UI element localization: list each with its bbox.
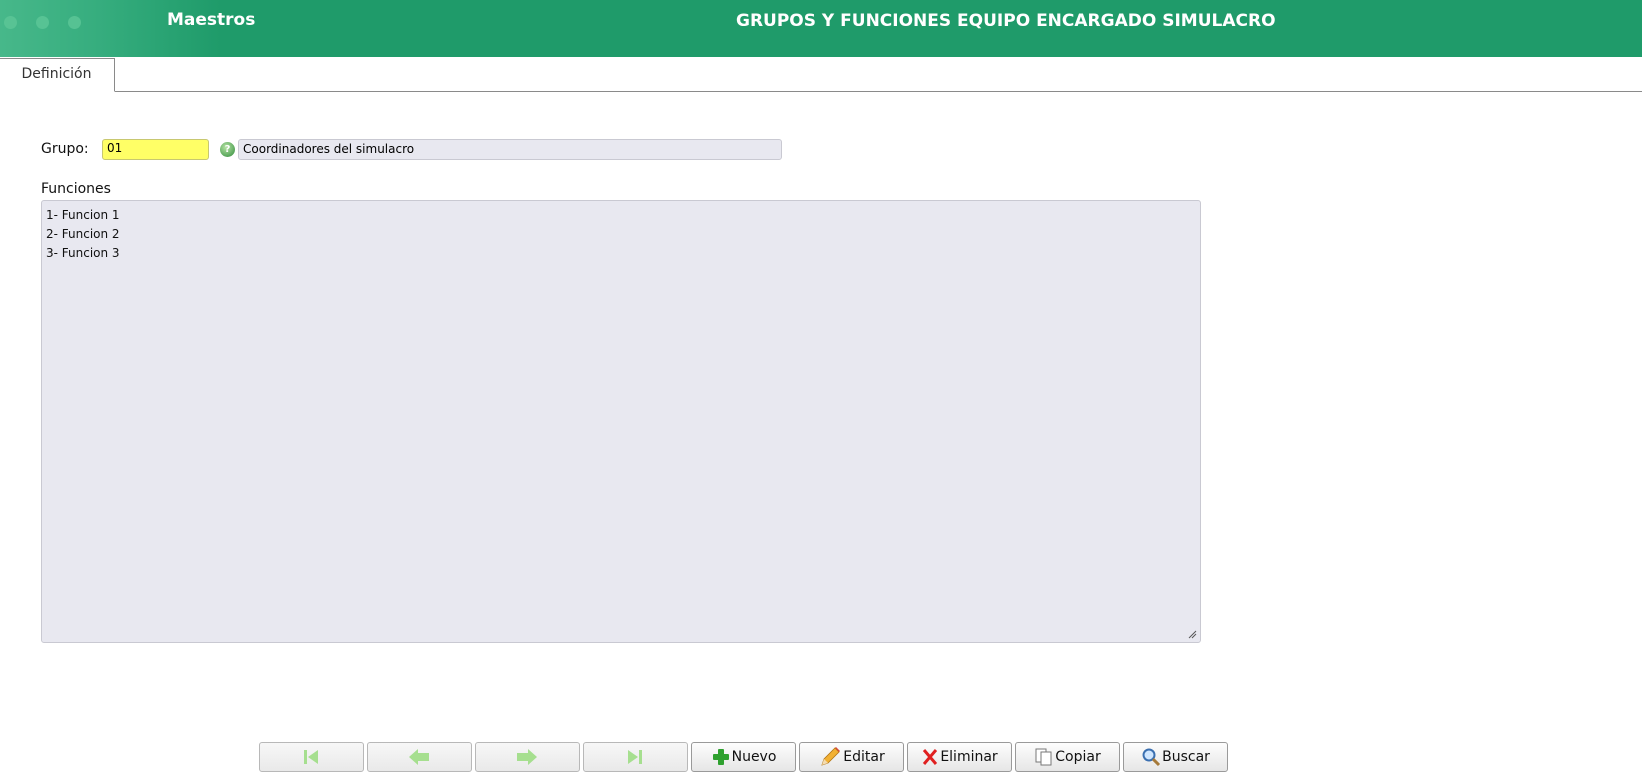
grupo-description-field[interactable]: Coordinadores del simulacro [238, 139, 782, 160]
funcion-line: 1- Funcion 1 [46, 208, 120, 222]
window-dot-3[interactable] [68, 16, 81, 29]
buscar-button[interactable]: Buscar [1123, 742, 1228, 772]
resize-grip-icon[interactable] [1187, 629, 1197, 639]
help-icon[interactable]: ? [220, 142, 235, 157]
funciones-textarea[interactable]: 1- Funcion 1 2- Funcion 2 3- Funcion 3 [41, 200, 1201, 643]
window-dot-1[interactable] [4, 16, 17, 29]
tab-definicion[interactable]: Definición [0, 58, 115, 92]
grupo-label: Grupo: [41, 141, 89, 157]
plus-icon [712, 749, 729, 765]
editar-button[interactable]: Editar [799, 742, 904, 772]
page-title: GRUPOS Y FUNCIONES EQUIPO ENCARGADO SIMU… [736, 11, 1276, 31]
tab-bar: Definición [0, 57, 1642, 92]
copiar-button[interactable]: Copiar [1015, 742, 1120, 772]
app-header: Maestros GRUPOS Y FUNCIONES EQUIPO ENCAR… [0, 0, 1642, 57]
eliminar-button[interactable]: Eliminar [907, 742, 1012, 772]
window-controls [4, 16, 81, 29]
nuevo-label: Nuevo [731, 749, 777, 765]
eliminar-label: Eliminar [940, 749, 998, 765]
previous-record-button[interactable] [367, 742, 472, 772]
next-record-button[interactable] [475, 742, 580, 772]
first-record-icon [304, 750, 318, 764]
pencil-icon [821, 747, 841, 766]
copiar-label: Copiar [1055, 749, 1101, 765]
editar-label: Editar [843, 749, 885, 765]
first-record-button[interactable] [259, 742, 364, 772]
nuevo-button[interactable]: Nuevo [691, 742, 796, 772]
funcion-line: 3- Funcion 3 [46, 246, 120, 260]
last-record-button[interactable] [583, 742, 688, 772]
window-dot-2[interactable] [36, 16, 49, 29]
magnifier-icon [1142, 748, 1161, 767]
last-record-icon [628, 750, 642, 764]
copy-icon [1035, 748, 1052, 766]
previous-record-icon [409, 749, 429, 765]
next-record-icon [517, 749, 537, 765]
grupo-code-field[interactable]: 01 [102, 139, 209, 160]
x-icon [923, 749, 938, 765]
record-toolbar: Nuevo Editar Eliminar Copiar Buscar [259, 742, 1228, 772]
buscar-label: Buscar [1162, 749, 1210, 765]
module-title: Maestros [167, 10, 256, 30]
funciones-label: Funciones [41, 181, 111, 197]
funcion-line: 2- Funcion 2 [46, 227, 120, 241]
